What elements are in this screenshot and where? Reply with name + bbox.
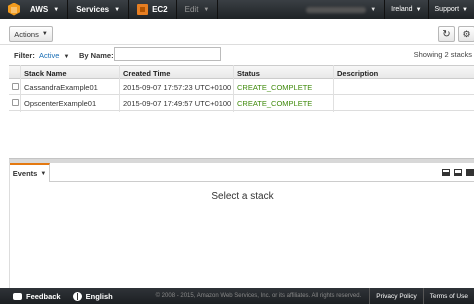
refresh-icon: ↻ [442,28,451,40]
globe-icon [72,291,82,301]
ec2-icon [137,4,149,15]
toolbar: Actions ▼ ↻ ⚙ [0,22,474,44]
chevron-down-icon: ▼ [63,54,70,60]
panel-layout-controls [442,169,474,176]
chevron-down-icon: ▼ [41,31,48,37]
column-header-stack-name[interactable]: Stack Name [24,69,67,78]
status-cell: CREATE_COMPLETE [237,83,313,92]
result-count: Showing 2 stacks [413,50,472,59]
services-menu[interactable]: Services ▼ [68,0,130,19]
column-divider [119,65,120,112]
terms-of-use-link[interactable]: Terms of Use [422,288,474,304]
region-menu[interactable]: Ireland ▼ [384,0,427,19]
actions-button-label: Actions [14,29,39,39]
table-header: Stack Name Created Time Status Descripti… [9,65,474,79]
by-name-input[interactable] [114,47,221,61]
layout-maximize-icon[interactable] [466,169,474,176]
speech-bubble-icon [13,292,22,300]
created-time-cell: 2015-09-07 17:57:23 UTC+0100 [123,83,232,92]
region-label: Ireland [391,6,413,13]
refresh-button[interactable]: ↻ [438,26,455,42]
filter-label: Filter: [14,51,35,60]
privacy-policy-link[interactable]: Privacy Policy [369,288,422,304]
row-checkbox[interactable] [12,99,19,106]
feedback-label: Feedback [26,291,61,301]
aws-menu-label: AWS [30,5,49,14]
ec2-shortcut-label: EC2 [152,5,168,14]
status-cell: CREATE_COMPLETE [237,99,313,108]
stack-name-cell: CassandraExample01 [24,83,98,92]
column-divider [233,65,234,112]
language-label: English [85,291,113,301]
gear-icon: ⚙ [462,28,471,39]
chevron-down-icon: ▼ [53,6,60,13]
edit-menu[interactable]: Edit ▼ [177,0,219,19]
actions-button[interactable]: Actions ▼ [9,26,53,42]
copyright-text: © 2008 - 2015, Amazon Web Services, Inc.… [155,293,362,299]
aws-logo-icon[interactable] [6,2,22,18]
aws-menu[interactable]: AWS ▼ [22,0,69,19]
chevron-down-icon: ▼ [370,6,377,13]
user-account-menu[interactable] [306,6,367,13]
chevron-down-icon: ▼ [40,170,47,177]
stacks-table: Stack Name Created Time Status Descripti… [9,65,474,112]
services-menu-label: Services [76,5,110,14]
stack-name-cell: OpscenterExample01 [24,99,97,108]
column-header-description[interactable]: Description [337,69,378,78]
column-header-created-time[interactable]: Created Time [123,69,170,78]
by-name-label: By Name: [79,51,114,60]
tab-events[interactable]: Events ▼ [10,163,50,182]
layout-minimize-icon[interactable] [454,169,462,176]
column-header-status[interactable]: Status [237,69,260,78]
chevron-down-icon: ▼ [462,6,468,13]
footer-bar: Feedback English © 2008 - 2015, Amazon W… [0,288,474,304]
support-label: Support [434,6,460,13]
layout-split-icon[interactable] [442,169,450,176]
empty-state-message: Select a stack [211,191,274,202]
column-divider [333,65,334,112]
top-nav-bar: AWS ▼ Services ▼ EC2 Edit ▼ ▼ Ireland ▼ … [0,0,474,19]
filter-status-value: Active [39,51,60,60]
chevron-down-icon: ▼ [415,6,422,13]
events-panel: Events ▼ Select a stack [9,163,474,288]
column-divider [20,65,21,112]
language-selector[interactable]: English [72,291,113,301]
settings-button[interactable]: ⚙ [458,26,474,42]
row-checkbox[interactable] [12,83,19,90]
edit-menu-label: Edit [184,5,199,14]
created-time-cell: 2015-09-07 17:49:57 UTC+0100 [123,99,232,108]
table-row[interactable]: OpscenterExample01 2015-09-07 17:49:57 U… [9,95,474,111]
chevron-down-icon: ▼ [203,6,210,13]
feedback-link[interactable]: Feedback [13,292,61,301]
support-menu[interactable]: Support ▼ [427,0,474,19]
filter-status-dropdown[interactable]: Active ▼ [39,51,69,60]
table-row[interactable]: CassandraExample01 2015-09-07 17:57:23 U… [9,79,474,95]
ec2-shortcut[interactable]: EC2 [129,0,177,19]
tab-events-label: Events [12,169,38,178]
filter-bar: Filter: Active ▼ By Name: Showing 2 stac… [0,45,474,65]
chevron-down-icon: ▼ [114,6,121,13]
events-tab-bar: Events ▼ [10,163,474,182]
